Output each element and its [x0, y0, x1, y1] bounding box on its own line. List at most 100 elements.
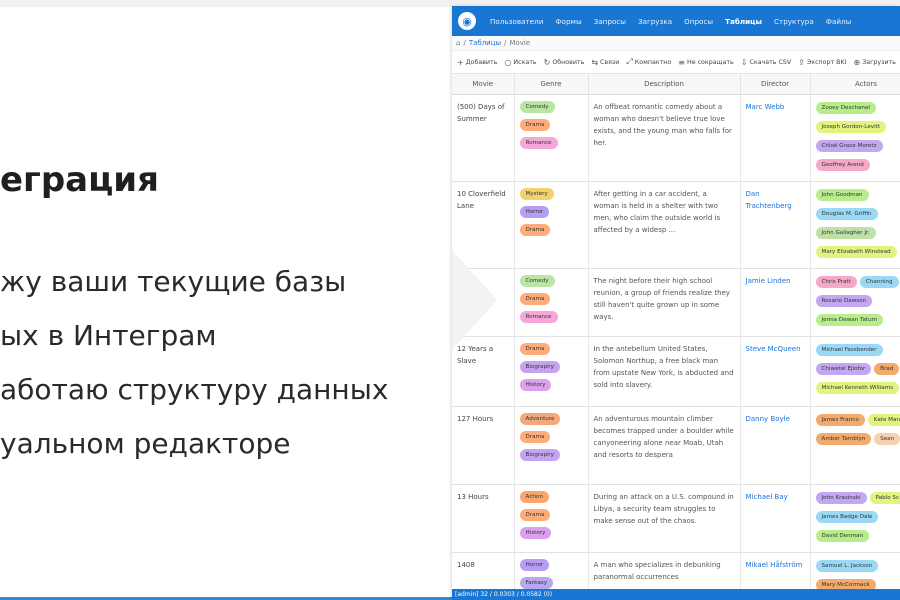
- movie-cell[interactable]: 13 Hours: [452, 484, 515, 553]
- genre-tag[interactable]: Drama: [519, 119, 551, 131]
- genre-tag[interactable]: Horror: [519, 559, 550, 571]
- table-row[interactable]: 10 Cloverfield Lane Mystery Horror Drama Aft…: [452, 181, 900, 269]
- actor-tag[interactable]: Chiwetel Ejiofor: [815, 363, 872, 375]
- column-header-genre[interactable]: Genre: [514, 74, 589, 95]
- genre-cell[interactable]: Action Drama History: [514, 484, 589, 553]
- genre-tag[interactable]: Action: [519, 491, 550, 503]
- column-header-movie[interactable]: Movie: [452, 74, 515, 95]
- table-row[interactable]: Years Comedy Drama Romance The night before …: [452, 268, 900, 337]
- director-link[interactable]: Danny Boyle: [740, 406, 811, 485]
- table-row[interactable]: 13 Hours Action Drama History During an atta…: [452, 484, 900, 553]
- nav-item-upload[interactable]: Загрузка: [638, 17, 672, 26]
- actor-tag[interactable]: Brad: [874, 363, 900, 375]
- lightbulb-logo-icon[interactable]: ◉: [458, 12, 476, 30]
- home-icon[interactable]: ⌂: [456, 39, 460, 47]
- actor-tag[interactable]: Michael Fassbender: [815, 344, 883, 356]
- actor-tag[interactable]: John Gallagher Jr.: [815, 227, 876, 239]
- nav-item-tables[interactable]: Таблицы: [725, 17, 762, 26]
- genre-tag[interactable]: Adventure: [519, 413, 561, 425]
- description-cell[interactable]: In the antebellum United States, Solomon…: [588, 336, 741, 407]
- genre-tag[interactable]: History: [519, 379, 552, 391]
- actors-cell[interactable]: John Krasinski Pablo Sc James Badge Dale Da…: [810, 484, 900, 553]
- description-cell[interactable]: An offbeat romantic comedy about a woman…: [588, 94, 741, 182]
- actor-tag[interactable]: John Goodman: [815, 189, 869, 201]
- nav-item-surveys[interactable]: Опросы: [684, 17, 713, 26]
- nav-item-users[interactable]: Пользователи: [490, 17, 543, 26]
- toolbar-button[interactable]: ⊕ Загрузить: [853, 58, 895, 67]
- nav-item-files[interactable]: Файлы: [826, 17, 852, 26]
- table-row[interactable]: 12 Years a Slave Drama Biography History In …: [452, 336, 900, 407]
- actor-tag[interactable]: James Franco: [815, 414, 865, 426]
- genre-tag[interactable]: Drama: [519, 431, 551, 443]
- actor-tag[interactable]: Channing: [859, 276, 899, 288]
- genre-tag[interactable]: Drama: [519, 343, 551, 355]
- actor-tag[interactable]: James Badge Dale: [815, 511, 879, 523]
- toolbar-button[interactable]: + Добавить: [457, 58, 497, 67]
- toolbar-button[interactable]: ○ Искать: [504, 58, 536, 67]
- actors-cell[interactable]: Zooey Deschanel Joseph Gordon-Levitt Chloë…: [810, 94, 900, 182]
- genre-cell[interactable]: Comedy Drama Romance: [514, 94, 589, 182]
- director-link[interactable]: Marc Webb: [740, 94, 811, 182]
- actor-tag[interactable]: Chris Pratt: [815, 276, 857, 288]
- actor-tag[interactable]: Zooey Deschanel: [815, 102, 876, 114]
- actor-tag[interactable]: Sean: [874, 433, 900, 445]
- column-header-actors[interactable]: Actors: [810, 74, 900, 95]
- director-link[interactable]: Dan Trachtenberg: [740, 181, 811, 269]
- toolbar-button[interactable]: ≡ Не сокращать: [678, 58, 733, 67]
- genre-tag[interactable]: Mystery: [519, 188, 554, 200]
- actors-cell[interactable]: James Franco Kate Mara Amber Tamblyn Sean: [810, 406, 900, 485]
- description-cell[interactable]: An adventurous mountain climber becomes …: [588, 406, 741, 485]
- genre-tag[interactable]: Drama: [519, 224, 551, 236]
- actor-tag[interactable]: Douglas M. Griffin: [815, 208, 878, 220]
- actors-cell[interactable]: John Goodman Douglas M. Griffin John Galla…: [810, 181, 900, 269]
- actor-tag[interactable]: Rosario Dawson: [815, 295, 873, 307]
- breadcrumb-tables[interactable]: Таблицы: [469, 39, 501, 47]
- actor-tag[interactable]: Jenna Dewan Tatum: [815, 314, 884, 326]
- director-link[interactable]: Steve McQueen: [740, 336, 811, 407]
- genre-cell[interactable]: Drama Biography History: [514, 336, 589, 407]
- movie-cell[interactable]: (500) Days of Summer: [452, 94, 515, 182]
- actor-tag[interactable]: Mary Elizabeth Winstead: [815, 246, 897, 258]
- actor-tag[interactable]: John Krasinski: [815, 492, 867, 504]
- nav-item-forms[interactable]: Формы: [555, 17, 581, 26]
- actors-cell[interactable]: Michael Fassbender Chiwetel Ejiofor Brad Mi…: [810, 336, 900, 407]
- toolbar-button[interactable]: ⇆ Связи: [591, 58, 619, 67]
- actor-tag[interactable]: Samuel L. Jackson: [815, 560, 879, 572]
- actor-tag[interactable]: Joseph Gordon-Levitt: [815, 121, 887, 133]
- actor-tag[interactable]: David Denman: [815, 530, 870, 542]
- genre-tag[interactable]: Comedy: [519, 101, 555, 113]
- actor-tag[interactable]: Pablo Sc: [869, 492, 900, 504]
- toolbar-button[interactable]: ⇩ Скачать CSV: [741, 58, 791, 67]
- table-row[interactable]: 127 Hours Adventure Drama Biography An adven…: [452, 406, 900, 485]
- genre-tag[interactable]: Drama: [519, 509, 551, 521]
- movie-cell[interactable]: 127 Hours: [452, 406, 515, 485]
- description-cell[interactable]: During an attack on a U.S. compound in L…: [588, 484, 741, 553]
- genre-tag[interactable]: History: [519, 527, 552, 539]
- genre-tag[interactable]: Fantasy: [519, 577, 554, 589]
- toolbar-button[interactable]: ↻ Обновить: [544, 58, 585, 67]
- director-link[interactable]: Jamie Linden: [740, 268, 811, 337]
- genre-tag[interactable]: Comedy: [519, 275, 555, 287]
- toolbar-button[interactable]: ⇪ Экспорт BKI: [798, 58, 846, 67]
- description-cell[interactable]: The night before their high school reuni…: [588, 268, 741, 337]
- genre-cell[interactable]: Mystery Horror Drama: [514, 181, 589, 269]
- table-row[interactable]: (500) Days of Summer Comedy Drama Romance An…: [452, 94, 900, 182]
- column-header-description[interactable]: Description: [588, 74, 741, 95]
- genre-tag[interactable]: Romance: [519, 137, 558, 149]
- actors-cell[interactable]: Chris Pratt Channing Rosario Dawson Jenna D…: [810, 268, 900, 337]
- genre-tag[interactable]: Horror: [519, 206, 550, 218]
- actor-tag[interactable]: Amber Tamblyn: [815, 433, 872, 445]
- nav-item-queries[interactable]: Запросы: [594, 17, 626, 26]
- column-header-director[interactable]: Director: [740, 74, 811, 95]
- genre-tag[interactable]: Romance: [519, 311, 558, 323]
- genre-cell[interactable]: Adventure Drama Biography: [514, 406, 589, 485]
- description-cell[interactable]: After getting in a car accident, a woman…: [588, 181, 741, 269]
- genre-tag[interactable]: Drama: [519, 293, 551, 305]
- nav-item-structure[interactable]: Структура: [774, 17, 814, 26]
- toolbar-button[interactable]: ⤢ Компактно: [626, 57, 671, 67]
- actor-tag[interactable]: Chloë Grace Moretz: [815, 140, 883, 152]
- actor-tag[interactable]: Geoffrey Arend: [815, 159, 870, 171]
- actor-tag[interactable]: Michael Kenneth Williams: [815, 382, 899, 394]
- genre-cell[interactable]: Comedy Drama Romance: [514, 268, 589, 337]
- actor-tag[interactable]: Kate Mara: [867, 414, 900, 426]
